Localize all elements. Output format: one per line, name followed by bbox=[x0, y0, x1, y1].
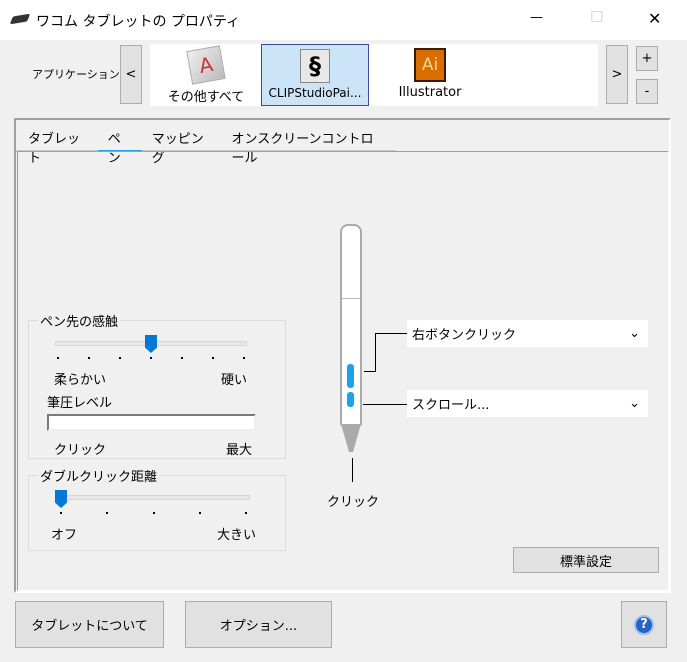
tab-mapping[interactable]: マッピング bbox=[142, 120, 222, 166]
soft-label: 柔らかい bbox=[54, 373, 107, 388]
tip-feel-title: ペン先の感触 bbox=[38, 311, 121, 330]
click-label: クリック bbox=[54, 443, 107, 458]
slider-tick bbox=[88, 357, 90, 359]
maximize-button[interactable]: ☐ bbox=[590, 8, 603, 26]
firm-label: 硬い bbox=[221, 373, 248, 388]
tab-pen[interactable]: ペン bbox=[97, 120, 142, 166]
default-button[interactable]: 標準設定 bbox=[513, 547, 659, 573]
help-icon: ? bbox=[634, 614, 654, 635]
about-button[interactable]: タブレットについて bbox=[15, 601, 164, 648]
tab-onscreen-controls[interactable]: オンスクリーンコントロール bbox=[221, 120, 396, 166]
max-label: 最大 bbox=[226, 443, 253, 458]
double-click-slider[interactable] bbox=[56, 495, 250, 500]
close-button[interactable]: ✕ bbox=[648, 9, 661, 28]
slider-tick bbox=[57, 357, 59, 359]
app-item-clip-studio[interactable]: § CLIPStudioPai... bbox=[261, 44, 369, 106]
apps-strip: A その他すべて § CLIPStudioPai... Ai Illustrat… bbox=[150, 44, 598, 106]
illustrator-icon: Ai bbox=[414, 48, 446, 82]
apps-next-button[interactable]: > bbox=[606, 45, 628, 104]
slider-tick bbox=[60, 512, 62, 514]
apps-prev-button[interactable]: < bbox=[120, 45, 142, 104]
off-label: オフ bbox=[51, 528, 78, 543]
remove-app-button[interactable]: - bbox=[636, 79, 658, 104]
slider-tick bbox=[152, 512, 155, 514]
slider-tick bbox=[198, 512, 201, 514]
add-app-button[interactable]: + bbox=[636, 46, 658, 71]
slider-tick bbox=[245, 512, 247, 514]
chevron-down-icon: ⌄ bbox=[629, 326, 640, 341]
double-click-title: ダブルクリック距離 bbox=[38, 466, 160, 485]
slider-tick bbox=[106, 512, 109, 514]
slider-tick bbox=[119, 357, 121, 359]
slider-tick bbox=[243, 357, 245, 359]
tab-tablet[interactable]: タブレット bbox=[16, 120, 98, 166]
applications-label: アプリケーション: bbox=[32, 68, 124, 81]
pen-tip-label: クリック bbox=[327, 495, 380, 510]
title-bar: ワコム タブレットの プロパティ — ☐ ✕ bbox=[0, 0, 687, 40]
pressure-level-bar bbox=[47, 414, 256, 431]
app-item-all[interactable]: A その他すべて bbox=[156, 44, 256, 106]
tablet-icon bbox=[9, 13, 31, 25]
app-item-illustrator[interactable]: Ai Illustrator bbox=[380, 44, 480, 106]
all-apps-icon: A bbox=[186, 45, 226, 85]
pen-lower-button bbox=[347, 392, 354, 407]
upper-button-dropdown[interactable]: 右ボタンクリック ⌄ bbox=[407, 320, 648, 347]
options-button[interactable]: オプション... bbox=[185, 601, 332, 648]
lower-button-dropdown[interactable]: スクロール... ⌄ bbox=[407, 390, 648, 417]
chevron-down-icon: ⌄ bbox=[629, 396, 640, 411]
clip-studio-icon: § bbox=[300, 49, 330, 83]
slider-tick bbox=[150, 357, 152, 359]
pen-upper-button bbox=[347, 364, 354, 388]
tab-row: タブレット ペン マッピング オンスクリーンコントロール bbox=[16, 120, 396, 166]
slider-tick bbox=[212, 357, 214, 359]
minimize-button[interactable]: — bbox=[530, 10, 543, 25]
window-title: ワコム タブレットの プロパティ bbox=[36, 14, 241, 30]
help-button[interactable]: ? bbox=[621, 601, 667, 648]
large-label: 大きい bbox=[217, 528, 257, 543]
pressure-level-label: 筆圧レベル bbox=[47, 396, 113, 411]
slider-tick bbox=[181, 357, 183, 359]
